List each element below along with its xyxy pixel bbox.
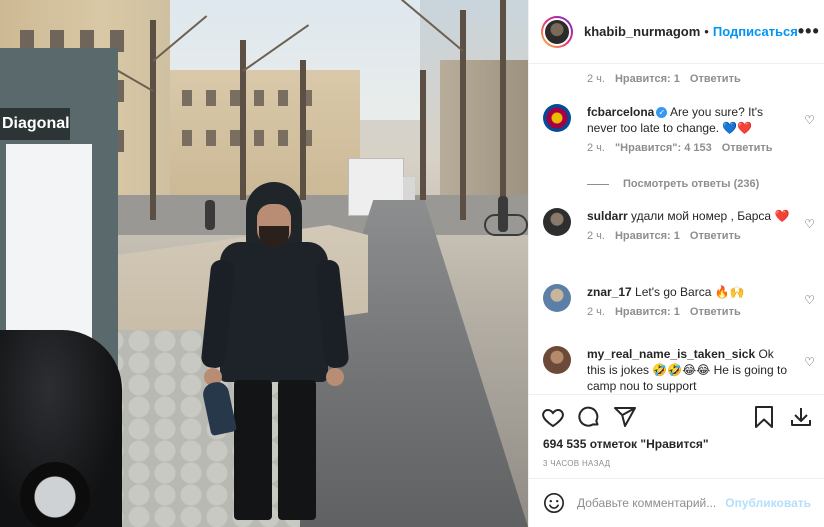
comment-item: fcbarcelona ✓ Are you sure? It's never to… (543, 104, 815, 154)
comment-likes[interactable]: Нравится: 1 (615, 306, 680, 318)
post-sidebar: khabib_nurmagom • Подписаться ••• 2 ч. Н… (528, 0, 824, 527)
author-username[interactable]: khabib_nurmagom (584, 24, 700, 39)
comment-time: 2 ч. (587, 230, 605, 242)
view-replies-label: Посмотреть ответы (236) (623, 178, 760, 190)
follow-button[interactable]: Подписаться (713, 24, 798, 39)
tree (150, 20, 156, 220)
commenter-avatar[interactable] (543, 346, 571, 374)
commenter-username[interactable]: fcbarcelona (587, 105, 654, 119)
smile-icon[interactable] (543, 492, 565, 514)
reply-button[interactable]: Ответить (690, 306, 741, 318)
author-avatar[interactable] (541, 15, 573, 48)
download-icon[interactable] (789, 405, 813, 429)
view-replies-button[interactable]: Посмотреть ответы (236) (587, 178, 759, 190)
reply-button[interactable]: Ответить (690, 73, 741, 85)
comment-like-heart-icon[interactable]: ♡ (804, 355, 815, 369)
share-icon[interactable] (613, 405, 637, 429)
replies-divider (587, 183, 609, 185)
commenter-username[interactable]: my_real_name_is_taken_sick (587, 347, 755, 361)
reply-button[interactable]: Ответить (690, 230, 741, 242)
post-header: khabib_nurmagom • Подписаться ••• (529, 0, 824, 64)
pedestrian (498, 196, 508, 232)
comment-likes[interactable]: Нравится: 1 (615, 73, 680, 85)
reply-button[interactable]: Ответить (722, 142, 773, 154)
verified-badge-icon: ✓ (656, 107, 668, 118)
tree (300, 60, 306, 200)
comment-text: Let's go Barca 🔥🙌 (635, 285, 745, 299)
more-horizontal-icon[interactable]: ••• (798, 21, 820, 42)
post-timestamp: 3 ЧАСОВ НАЗАД (543, 459, 611, 468)
comment-item: my_real_name_is_taken_sick Ok this is jo… (543, 346, 815, 394)
comment-like-heart-icon[interactable]: ♡ (804, 217, 815, 231)
comment-input[interactable]: Добавьте комментарий... (577, 496, 725, 510)
comment-item: suldarr удали мой номер , Барса ❤️ 2 ч. … (543, 208, 815, 242)
comment-time: 2 ч. (587, 306, 605, 318)
bookmark-icon[interactable] (753, 405, 775, 429)
tree (500, 0, 506, 220)
heart-icon[interactable] (541, 405, 565, 429)
comment-icon[interactable] (577, 405, 601, 429)
header-separator: • (704, 24, 709, 39)
building-right (440, 60, 528, 210)
comment-meta: 2 ч. Нравится: 1 Ответить (587, 73, 741, 85)
add-comment-bar: Добавьте комментарий... Опубликовать (529, 478, 824, 527)
likes-count[interactable]: 694 535 отметок "Нравится" (543, 437, 709, 451)
comment-like-heart-icon[interactable]: ♡ (804, 113, 815, 127)
comment-like-heart-icon[interactable]: ♡ (804, 293, 815, 307)
tree (240, 40, 246, 200)
comment-likes[interactable]: Нравится: 1 (615, 230, 680, 242)
comments-list[interactable]: 2 ч. Нравится: 1 Ответить fcbarcelona ✓ A… (529, 64, 824, 394)
comment-item: znar_17 Let's go Barca 🔥🙌 2 ч. Нравится:… (543, 284, 815, 318)
car-wheel (20, 462, 90, 527)
comment-meta: 2 ч. Нравится: 1 Ответить (587, 306, 815, 318)
building-middle (170, 70, 360, 200)
kiosk-sign: Diagonal (0, 108, 70, 140)
tree (420, 70, 426, 200)
comment-meta: 2 ч. Нравится: 1 Ответить (587, 230, 815, 242)
post-photo[interactable]: Diagonal 012 (0, 0, 528, 527)
post-actions: 694 535 отметок "Нравится" 3 ЧАСОВ НАЗАД (529, 394, 824, 478)
comment-text: удали мой номер , Барса ❤️ (631, 209, 790, 223)
commenter-avatar[interactable] (543, 104, 571, 132)
comment-time: 2 ч. (587, 73, 605, 85)
publish-button[interactable]: Опубликовать (725, 496, 811, 510)
comment-time: 2 ч. (587, 142, 605, 154)
comment-likes[interactable]: "Нравится": 4 153 (615, 142, 712, 154)
comment-meta: 2 ч. "Нравится": 4 153 Ответить (587, 142, 815, 154)
cap-in-hand (200, 379, 238, 437)
person-in-hoodie (200, 182, 350, 527)
commenter-avatar[interactable] (543, 284, 571, 312)
tree (460, 10, 466, 220)
commenter-username[interactable]: znar_17 (587, 285, 632, 299)
commenter-avatar[interactable] (543, 208, 571, 236)
commenter-username[interactable]: suldarr (587, 209, 628, 223)
